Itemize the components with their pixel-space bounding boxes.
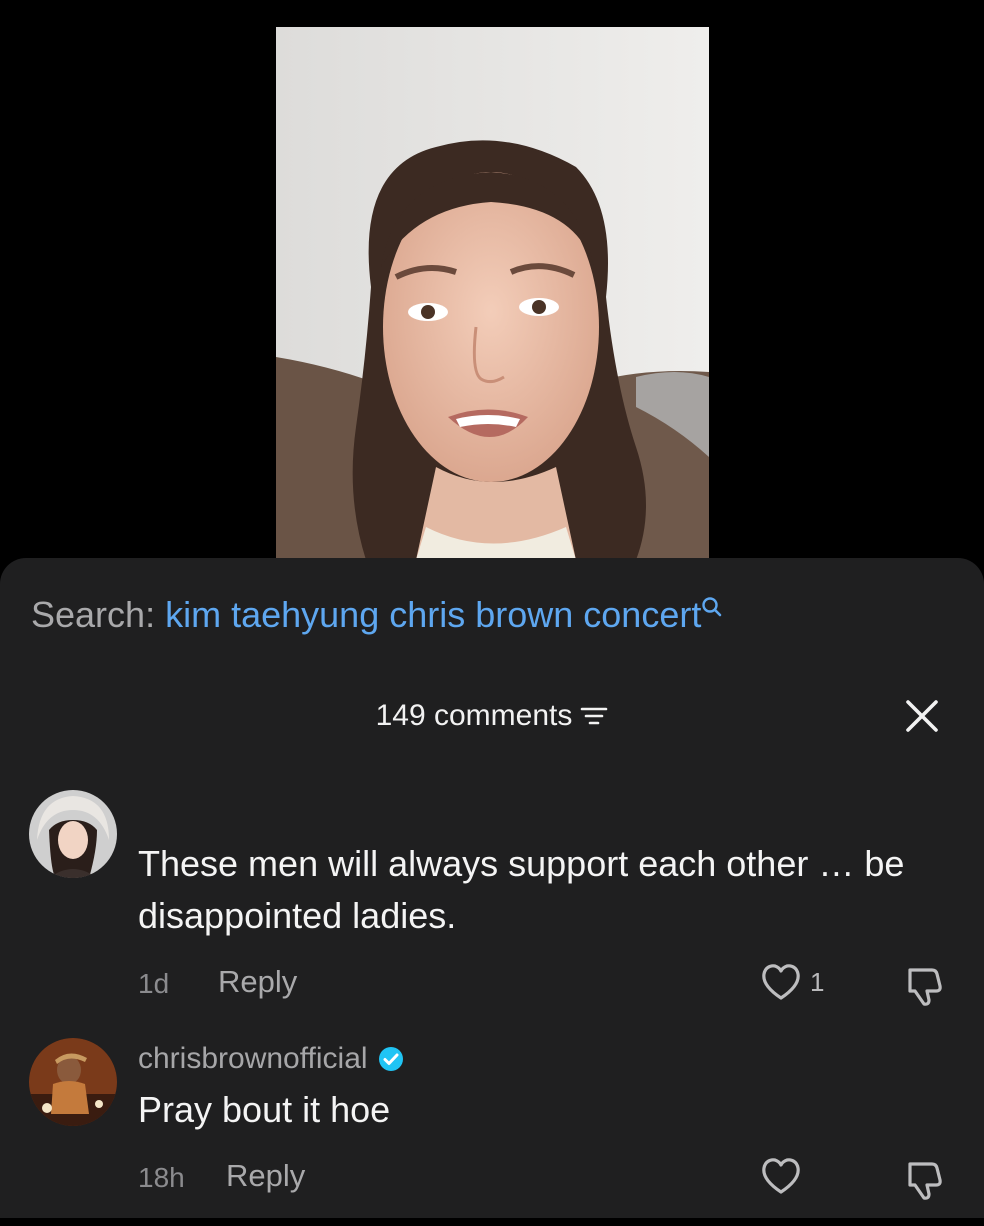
heart-icon xyxy=(762,964,800,1000)
avatar-image xyxy=(29,1038,117,1126)
comment-username[interactable]: chrisbrownofficial xyxy=(138,1042,404,1076)
search-suggestion[interactable]: Search: kim taehyung chris brown concert xyxy=(31,594,723,636)
like-button[interactable]: 1 xyxy=(760,962,824,1002)
comment-text: These men will always support each other… xyxy=(138,843,905,936)
comment-item: chrisbrownofficial Pray bout it hoe 18h … xyxy=(0,1036,984,1226)
verified-badge-icon xyxy=(378,1047,403,1071)
filter-icon xyxy=(581,707,608,725)
comment-age: 18h xyxy=(138,1162,185,1193)
avatar[interactable] xyxy=(29,790,117,878)
sort-comments-button[interactable]: 149 comments xyxy=(376,696,609,736)
like-button[interactable] xyxy=(760,1156,802,1196)
search-prefix-label: Search: xyxy=(31,594,156,635)
username-text[interactable]: chrisbrownofficial xyxy=(138,1042,368,1076)
dislike-icon[interactable] xyxy=(902,1158,946,1202)
video-thumbnail[interactable] xyxy=(276,27,709,560)
reply-button[interactable]: Reply xyxy=(226,1158,305,1194)
comment-count: 149 comments xyxy=(375,699,573,732)
avatar-image xyxy=(29,790,117,878)
avatar[interactable] xyxy=(29,1038,117,1126)
video-frame-image xyxy=(276,27,709,560)
dislike-icon[interactable] xyxy=(902,964,946,1008)
comments-header: 149 comments xyxy=(0,696,984,736)
search-icon xyxy=(702,597,722,617)
like-count: 1 xyxy=(810,966,825,997)
search-query-link[interactable]: kim taehyung chris brown concert xyxy=(165,594,701,635)
heart-icon xyxy=(762,1158,800,1194)
comment-item: These men will always support each other… xyxy=(0,788,984,1038)
comments-sheet: Search: kim taehyung chris brown concert… xyxy=(0,558,984,1218)
reply-button[interactable]: Reply xyxy=(218,964,297,1000)
close-icon[interactable] xyxy=(902,696,942,736)
video-area xyxy=(0,0,984,570)
comment-age: 1d xyxy=(138,968,170,999)
comment-text: Pray bout it hoe xyxy=(138,1089,391,1130)
